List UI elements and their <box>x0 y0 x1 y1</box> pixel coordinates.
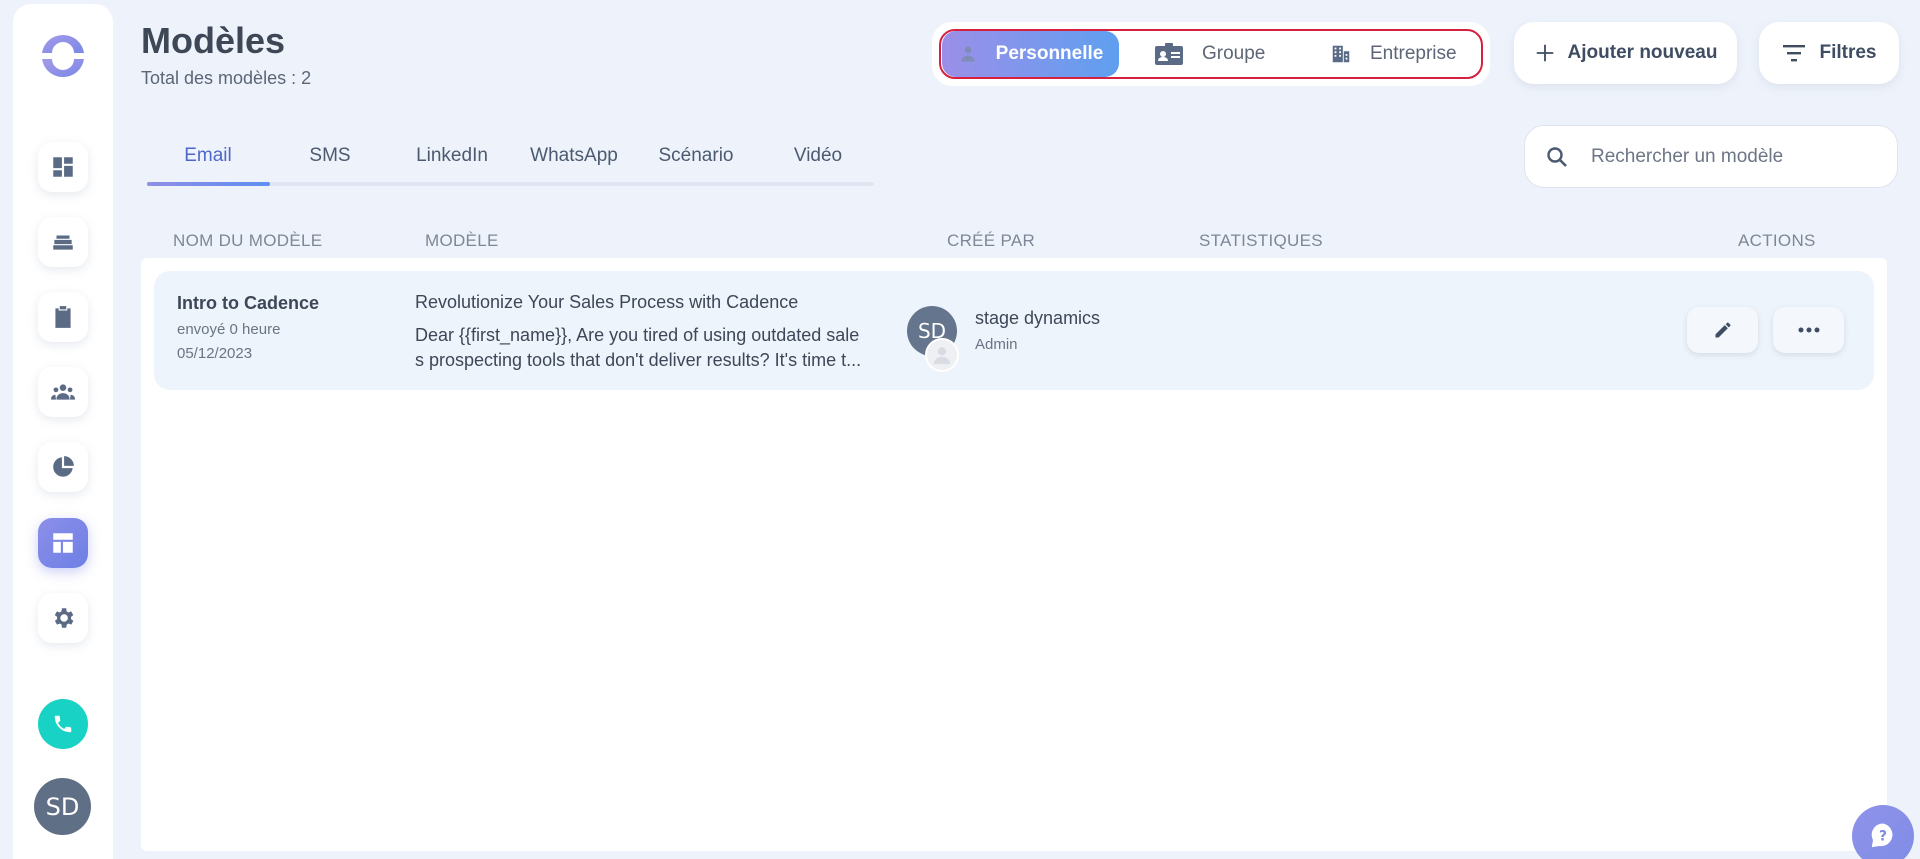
scope-personal-label: Personnelle <box>995 43 1104 64</box>
tab-scenario[interactable]: Scénario <box>635 145 757 167</box>
filter-icon <box>1783 45 1806 62</box>
badge-icon <box>1155 43 1183 65</box>
search-icon <box>1547 146 1567 167</box>
template-subject: Revolutionize Your Sales Process with Ca… <box>415 292 799 312</box>
page-title: Modèles <box>141 20 286 61</box>
scope-switcher-frame: Personnelle Groupe Entreprise <box>939 29 1483 79</box>
svg-text:?: ? <box>1879 828 1887 844</box>
scope-group[interactable]: Groupe <box>1154 31 1265 77</box>
template-name: Intro to Cadence <box>177 293 320 313</box>
phone-icon <box>54 715 72 733</box>
user-avatar[interactable]: SD <box>34 778 91 835</box>
phone-button[interactable] <box>38 699 88 749</box>
building-icon <box>1332 45 1350 63</box>
scope-switcher: Personnelle Groupe Entreprise <box>932 22 1490 86</box>
tab-sms[interactable]: SMS <box>269 145 391 167</box>
column-header-template: MODÈLE <box>425 231 499 250</box>
add-new-label: Ajouter nouveau <box>1567 42 1718 63</box>
filters-label: Filtres <box>1819 42 1877 63</box>
nav-analytics[interactable] <box>38 442 88 492</box>
active-tab-indicator <box>147 182 270 186</box>
edit-button[interactable] <box>1687 307 1758 353</box>
nav-templates[interactable] <box>38 518 88 568</box>
creator-name: stage dynamics <box>975 308 1101 328</box>
person-icon <box>960 46 975 62</box>
clipboard-icon <box>55 306 71 328</box>
help-icon: ? <box>1871 823 1893 848</box>
dashboard-icon <box>53 157 73 177</box>
scope-company[interactable]: Entreprise <box>1330 31 1457 77</box>
plus-icon <box>1536 44 1553 62</box>
app-logo[interactable] <box>38 31 88 81</box>
nav-cadences[interactable] <box>38 217 88 267</box>
tab-whatsapp[interactable]: WhatsApp <box>513 145 635 167</box>
column-header-name: NOM DU MODÈLE <box>173 231 323 250</box>
column-header-created-by: CRÉÉ PAR <box>947 231 1036 250</box>
person-icon <box>933 347 951 365</box>
people-icon <box>51 384 75 400</box>
filters-button[interactable]: Filtres <box>1759 22 1899 84</box>
nav-tasks[interactable] <box>38 292 88 342</box>
scope-company-label: Entreprise <box>1370 43 1457 64</box>
nav-dashboard[interactable] <box>38 142 88 192</box>
template-sent-info: envoyé 0 heure <box>177 321 281 338</box>
column-header-statistics: STATISTIQUES <box>1199 231 1323 250</box>
templates-table: Intro to Cadence envoyé 0 heure 05/12/20… <box>141 258 1887 851</box>
settings-icon <box>54 608 74 628</box>
scope-group-label: Groupe <box>1202 43 1266 64</box>
scope-personal[interactable]: Personnelle <box>942 31 1119 77</box>
template-body-preview: Dear {{first_name}}, Are you tired of us… <box>415 323 885 373</box>
add-new-button[interactable]: Ajouter nouveau <box>1514 22 1737 84</box>
pencil-icon <box>1715 322 1730 338</box>
creator-role: Admin <box>975 336 1018 353</box>
template-body-line: s prospecting tools that don't deliver r… <box>415 350 862 370</box>
nav-settings[interactable] <box>38 593 88 643</box>
pie-chart-icon <box>53 456 74 477</box>
templates-icon <box>53 533 73 553</box>
help-chat-button[interactable]: ? <box>1852 805 1914 859</box>
tab-video[interactable]: Vidéo <box>757 145 879 167</box>
table-row[interactable]: Intro to Cadence envoyé 0 heure 05/12/20… <box>154 271 1874 390</box>
user-placeholder-avatar <box>925 338 959 372</box>
search-box <box>1524 125 1898 188</box>
template-body-line: Dear {{first_name}}, Are you tired of us… <box>415 325 860 345</box>
tab-email[interactable]: Email <box>147 145 269 167</box>
more-options-button[interactable] <box>1773 307 1844 353</box>
nav-people[interactable] <box>38 367 88 417</box>
column-header-actions: ACTIONS <box>1738 231 1816 250</box>
sidebar: SD <box>13 4 113 859</box>
search-input[interactable] <box>1591 145 1871 168</box>
more-horizontal-icon <box>1798 327 1819 333</box>
template-count: Total des modèles : 2 <box>141 68 312 88</box>
template-date: 05/12/2023 <box>177 345 253 362</box>
tab-linkedin[interactable]: LinkedIn <box>391 145 513 167</box>
stack-icon <box>53 235 73 250</box>
channel-tabs: Email SMS LinkedIn WhatsApp Scénario Vid… <box>147 139 874 186</box>
